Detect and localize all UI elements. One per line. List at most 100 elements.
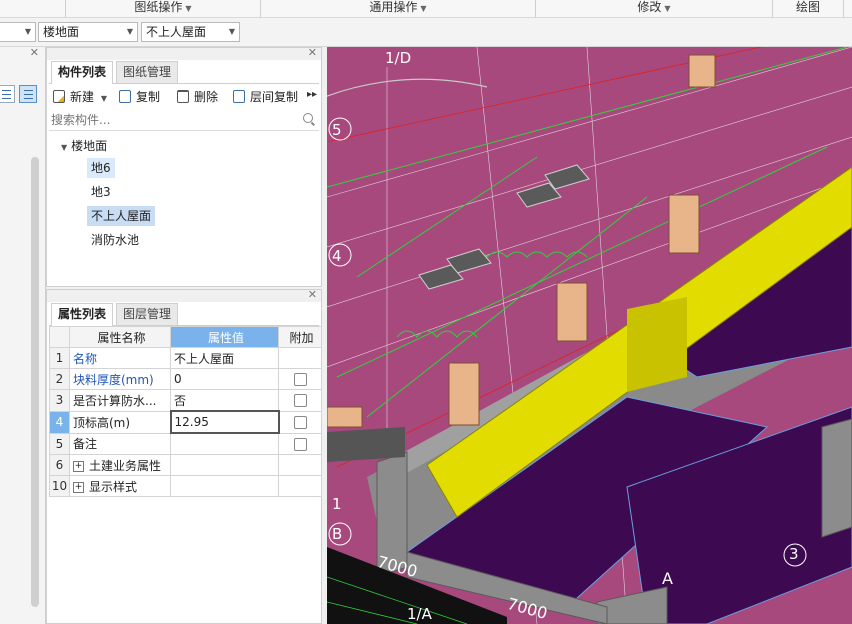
floor-type-select[interactable]: 楼地面 ▼ [38,22,138,42]
grid-label: 5 [332,121,342,139]
property-name: 备注 [69,432,171,455]
tab-property-list[interactable]: 属性列表 [51,303,114,326]
property-value[interactable]: 不上人屋面 [170,347,279,369]
grid-label: 4 [332,247,342,265]
property-value [170,454,279,476]
extra-cell [278,389,322,412]
expand-plus-icon[interactable]: + [73,460,84,472]
new-button-label: 新建 [70,90,95,104]
component-toolbar: 新建 ▼ 复制 删除 层间复制 ▸▸ [49,85,319,109]
row-number: 10 [49,475,70,497]
floor-copy-icon [233,90,245,103]
property-value[interactable]: 0 [170,368,279,390]
close-icon[interactable]: ✕ [30,46,39,59]
ribbon-group-drawing-ops[interactable]: 图纸操作 ▼ [66,0,260,17]
grid-label: A [662,569,673,588]
extra-checkbox[interactable] [293,394,307,408]
tree-root-item[interactable]: ▼ 楼地面 [61,137,107,154]
chevron-down-icon: ▼ [664,4,671,13]
column-header-num [49,326,70,348]
extra-cell [278,432,322,455]
extra-cell [278,368,322,390]
extra-cell [278,410,322,434]
property-name: 是否计算防水... [69,389,171,412]
close-icon[interactable]: ✕ [308,46,317,59]
search-input[interactable] [49,110,293,130]
chevron-down-icon: ▼ [228,27,235,36]
delete-button[interactable]: 删除 [175,87,218,107]
table-row[interactable]: 2 块料厚度(mm) 0 [49,368,322,390]
vertical-scrollbar[interactable] [31,157,39,607]
expand-triangle-icon[interactable]: ▼ [61,143,67,152]
new-file-icon [53,90,65,103]
trash-icon [177,90,189,103]
table-row[interactable]: 1 名称 不上人屋面 [49,347,322,369]
tree-item[interactable]: 地6 [87,158,115,178]
floor-type-value: 楼地面 [43,25,80,39]
group-label: 显示样式 [89,479,138,494]
more-arrows-icon[interactable]: ▸▸ [307,89,317,100]
extra-checkbox[interactable] [293,373,307,386]
extra-checkbox[interactable] [293,437,307,451]
table-row-selected[interactable]: 4 顶标高(m) 12.95 [49,410,322,434]
3d-model-viewport[interactable]: 1/D 5 4 1 B 7000 7000 1/A 3 A [327,47,852,624]
property-value[interactable]: 否 [170,389,279,412]
property-group-name: + 土建业务属性 [69,454,171,476]
expand-plus-icon[interactable]: + [73,481,84,493]
grid-label: 1/A [407,605,432,623]
component-list-panel: ✕ 构件列表 图纸管理 新建 ▼ 复制 删除 层间复制 ▸▸ ▼ 楼地面 地6 地… [46,46,322,287]
property-group-name: + 显示样式 [69,475,171,497]
tree-item-selected[interactable]: 不上人屋面 [87,206,156,226]
property-name: 名称 [69,347,171,369]
row-number: 3 [49,389,70,412]
tab-layer-management[interactable]: 图层管理 [116,303,179,325]
property-list-panel: ✕ 属性列表 图层管理 属性名称 属性值 附加 1 名称 不上人屋面 2 块料厚… [46,288,322,624]
ribbon-group-bar: 图纸操作 ▼ 通用操作 ▼ 修改 ▼ 绘图 [0,0,852,18]
chevron-down-icon: ▼ [126,27,133,36]
grid-label: B [332,525,343,543]
tree-root-label: 楼地面 [71,139,108,153]
row-number: 6 [49,454,70,476]
ribbon-group-draw[interactable]: 绘图 [773,0,843,17]
component-tabs: 构件列表 图纸管理 [49,61,319,84]
ribbon-group-modify[interactable]: 修改 ▼ [536,0,772,17]
chevron-down-icon: ▼ [420,4,427,13]
table-row-group[interactable]: 6 + 土建业务属性 [49,454,322,476]
component-search [49,110,319,131]
3d-scene[interactable] [327,47,852,624]
copy-icon [119,90,131,103]
floor-select-partial[interactable]: ▼ [0,22,36,42]
table-header-row: 属性名称 属性值 附加 [49,326,322,348]
tree-item[interactable]: 消防水池 [87,230,143,250]
property-value[interactable] [170,432,279,455]
detail-view-icon[interactable] [19,85,37,103]
search-icon[interactable] [303,113,313,123]
component-select[interactable]: 不上人屋面 ▼ [141,22,240,42]
ribbon-group-general-ops[interactable]: 通用操作 ▼ [261,0,535,17]
table-row[interactable]: 5 备注 [49,432,322,455]
list-view-icon[interactable] [0,85,15,103]
table-row[interactable]: 3 是否计算防水... 否 [49,389,322,412]
table-row-group[interactable]: 10 + 显示样式 [49,475,322,497]
copy-button[interactable]: 复制 [117,87,160,107]
tree-item[interactable]: 地3 [87,182,115,202]
tab-component-list[interactable]: 构件列表 [51,61,114,84]
floor-copy-button[interactable]: 层间复制 [231,87,298,107]
row-number: 1 [49,347,70,369]
property-table: 属性名称 属性值 附加 1 名称 不上人屋面 2 块料厚度(mm) 0 3 是否… [49,326,322,497]
property-value-editor[interactable]: 12.95 [169,410,280,434]
extra-checkbox[interactable] [293,416,307,429]
tab-drawing-management[interactable]: 图纸管理 [116,61,179,83]
panel-header: ✕ [47,46,321,60]
grid-label: 3 [789,545,799,563]
group-label: 土建业务属性 [89,458,162,473]
row-number: 2 [49,368,70,390]
row-number: 5 [49,432,70,455]
column-header-value: 属性值 [170,326,279,348]
new-button[interactable]: 新建 ▼ [51,87,107,107]
floor-copy-button-label: 层间复制 [250,90,299,104]
chevron-down-icon: ▼ [185,4,192,13]
close-icon[interactable]: ✕ [308,288,317,301]
row-number: 4 [49,410,70,434]
property-tabs: 属性列表 图层管理 [49,303,319,326]
